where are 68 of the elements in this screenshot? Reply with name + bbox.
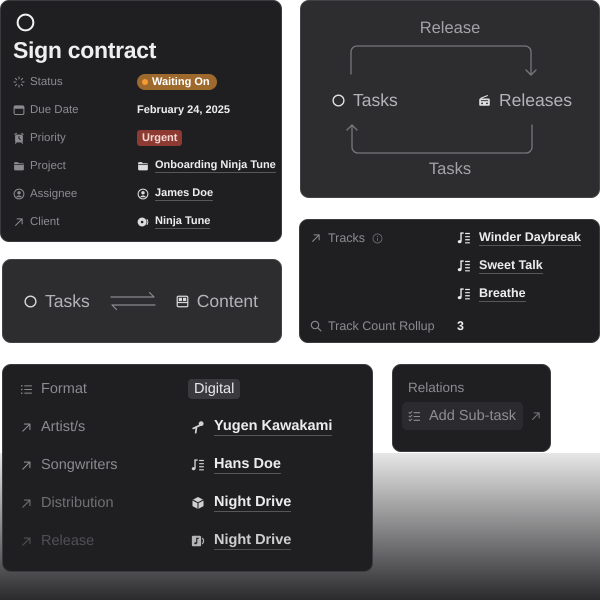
circle-icon[interactable] bbox=[16, 13, 35, 32]
arrow-up-right-icon bbox=[20, 420, 33, 434]
property-label: Tracks bbox=[328, 231, 366, 245]
relation-link[interactable]: Ninja Tune bbox=[155, 215, 210, 229]
folder-icon bbox=[13, 160, 25, 172]
database-name[interactable]: Content bbox=[196, 290, 258, 312]
section-title: Relations bbox=[408, 380, 464, 396]
relation-label: Tasks bbox=[428, 160, 472, 179]
folder-icon bbox=[137, 160, 149, 172]
property-label: Distribution bbox=[41, 495, 114, 511]
cube-icon bbox=[191, 496, 205, 510]
music-note-icon bbox=[191, 534, 205, 548]
arrow-up-right-icon bbox=[13, 216, 25, 228]
property-label: Status bbox=[30, 76, 63, 88]
music-list-icon bbox=[457, 259, 471, 273]
swap-arrows-icon bbox=[110, 291, 156, 311]
relation-link[interactable]: Night Drive bbox=[214, 532, 292, 550]
property-label: Artist/s bbox=[41, 419, 86, 435]
user-circle-icon bbox=[13, 188, 25, 200]
database-name[interactable]: Releases bbox=[499, 90, 572, 111]
relation-link[interactable]: James Doe bbox=[155, 187, 214, 201]
circle-icon bbox=[332, 94, 345, 107]
relation-link[interactable]: Winder Daybreak bbox=[479, 230, 582, 246]
property-label: Track Count Rollup bbox=[328, 319, 435, 333]
loader-icon bbox=[13, 76, 25, 88]
circle-icon bbox=[24, 294, 37, 308]
select-tag[interactable]: Urgent bbox=[137, 130, 182, 146]
disc-icon bbox=[137, 216, 149, 228]
radio-icon bbox=[478, 94, 491, 107]
relation-link[interactable]: Onboarding Ninja Tune bbox=[155, 159, 276, 173]
database-name[interactable]: Tasks bbox=[45, 290, 90, 312]
property-label: Client bbox=[30, 216, 60, 228]
alarm-clock-icon bbox=[13, 132, 25, 144]
user-circle-icon bbox=[137, 188, 149, 200]
microphone-icon bbox=[191, 420, 205, 434]
relation-link[interactable]: Night Drive bbox=[214, 494, 292, 512]
rollup-value: 3 bbox=[457, 318, 464, 335]
arrow-up-right-icon bbox=[20, 534, 33, 548]
relation-link[interactable]: Hans Doe bbox=[214, 456, 281, 474]
task-title: Sign contract bbox=[13, 36, 156, 64]
arrow-up-right-icon bbox=[20, 458, 33, 472]
arrow-up-right-icon[interactable] bbox=[530, 410, 542, 422]
search-icon bbox=[310, 320, 322, 332]
property-label: Project bbox=[30, 160, 66, 172]
property-label: Assignee bbox=[30, 188, 78, 200]
relation-link[interactable]: Sweet Talk bbox=[479, 258, 543, 274]
property-label: Due Date bbox=[30, 104, 79, 116]
relation-link[interactable]: Breathe bbox=[479, 286, 526, 302]
music-list-icon bbox=[191, 458, 205, 472]
database-name[interactable]: Tasks bbox=[353, 90, 398, 111]
property-label: Songwriters bbox=[41, 457, 118, 473]
info-icon[interactable] bbox=[372, 232, 384, 244]
music-list-icon bbox=[457, 287, 471, 301]
checklist-icon bbox=[408, 410, 421, 422]
arrow-up-right-icon bbox=[310, 232, 322, 244]
date-value: February 24, 2025 bbox=[137, 104, 230, 116]
relation-link[interactable]: Yugen Kawakami bbox=[214, 418, 332, 436]
calendar-icon bbox=[13, 104, 25, 116]
add-subtask-button[interactable]: Add Sub-task bbox=[402, 402, 524, 430]
music-list-icon bbox=[457, 231, 471, 245]
property-label: Format bbox=[41, 381, 87, 397]
property-label: Priority bbox=[30, 132, 66, 144]
layout-icon bbox=[176, 294, 189, 308]
status-text: Waiting On bbox=[152, 76, 210, 88]
list-icon bbox=[20, 382, 33, 396]
relation-label: Release bbox=[420, 19, 480, 38]
select-tag[interactable]: Digital bbox=[188, 379, 240, 399]
arrow-up-right-icon bbox=[20, 496, 33, 510]
